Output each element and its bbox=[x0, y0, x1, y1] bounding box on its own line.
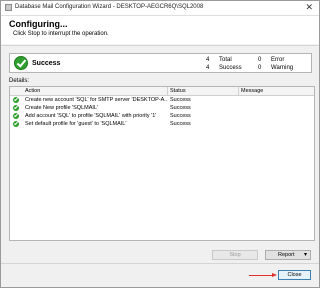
row-status: Success bbox=[170, 97, 191, 103]
error-label: Error bbox=[271, 57, 285, 63]
table-row[interactable]: Create new account 'SQL' for SMTP server… bbox=[10, 96, 314, 104]
column-divider bbox=[238, 87, 239, 95]
report-button-label: Report bbox=[278, 252, 295, 258]
table-row[interactable]: Add account 'SQL' to profile 'SQLMAIL' w… bbox=[10, 112, 314, 120]
close-button-label: Close bbox=[287, 272, 302, 278]
row-success-icon bbox=[13, 113, 19, 119]
window-title: Database Mail Configuration Wizard - DES… bbox=[15, 4, 204, 10]
success-count: 4 bbox=[206, 65, 210, 71]
page-title: Configuring... bbox=[9, 19, 68, 29]
stop-button[interactable]: Stop bbox=[212, 250, 258, 260]
row-action: Set default profile for 'guest' to 'SQLM… bbox=[25, 121, 127, 127]
column-divider bbox=[167, 87, 168, 95]
status-label: Success bbox=[32, 60, 61, 67]
window-close-icon[interactable]: ✕ bbox=[305, 2, 313, 13]
close-button[interactable]: Close bbox=[278, 270, 311, 280]
wizard-header: Configuring... Click Stop to interrupt t… bbox=[1, 16, 319, 44]
annotation-arrow-icon bbox=[272, 273, 277, 277]
success-label: Success bbox=[219, 65, 242, 71]
row-success-icon bbox=[13, 97, 19, 103]
row-status: Success bbox=[170, 105, 191, 111]
report-button[interactable]: Report ▾ bbox=[265, 250, 311, 260]
row-action: Create new account 'SQL' for SMTP server… bbox=[25, 97, 168, 103]
details-label: Details: bbox=[9, 78, 30, 84]
warning-label: Warning bbox=[271, 65, 294, 71]
footer-divider bbox=[1, 263, 319, 264]
error-count: 0 bbox=[258, 57, 262, 63]
header-divider bbox=[1, 45, 319, 46]
page-subtitle: Click Stop to interrupt the operation. bbox=[13, 31, 109, 37]
table-row[interactable]: Set default profile for 'guest' to 'SQLM… bbox=[10, 120, 314, 128]
details-grid[interactable]: Action Status Message Create new account… bbox=[9, 86, 315, 241]
warning-count: 0 bbox=[258, 65, 262, 71]
grid-header: Action Status Message bbox=[10, 87, 314, 96]
row-action: Create New profile 'SQLMAIL' bbox=[25, 105, 99, 111]
row-action: Add account 'SQL' to profile 'SQLMAIL' w… bbox=[25, 113, 157, 119]
column-message[interactable]: Message bbox=[241, 88, 263, 94]
success-check-icon bbox=[14, 56, 28, 70]
total-count: 4 bbox=[206, 57, 210, 63]
status-summary: Success 4 Total 4 Success 0 Error 0 Warn… bbox=[9, 53, 312, 73]
stop-button-label: Stop bbox=[229, 252, 241, 258]
column-action[interactable]: Action bbox=[25, 88, 40, 94]
table-row[interactable]: Create New profile 'SQLMAIL' Success bbox=[10, 104, 314, 112]
row-status: Success bbox=[170, 113, 191, 119]
annotation-arrow-line bbox=[249, 275, 273, 276]
title-bar: Database Mail Configuration Wizard - DES… bbox=[1, 1, 319, 16]
row-success-icon bbox=[13, 121, 19, 127]
chevron-down-icon: ▾ bbox=[303, 252, 307, 258]
wizard-window: Database Mail Configuration Wizard - DES… bbox=[0, 0, 320, 288]
column-status[interactable]: Status bbox=[170, 88, 186, 94]
total-label: Total bbox=[219, 57, 232, 63]
row-status: Success bbox=[170, 121, 191, 127]
wizard-app-icon bbox=[5, 4, 12, 11]
row-success-icon bbox=[13, 105, 19, 111]
